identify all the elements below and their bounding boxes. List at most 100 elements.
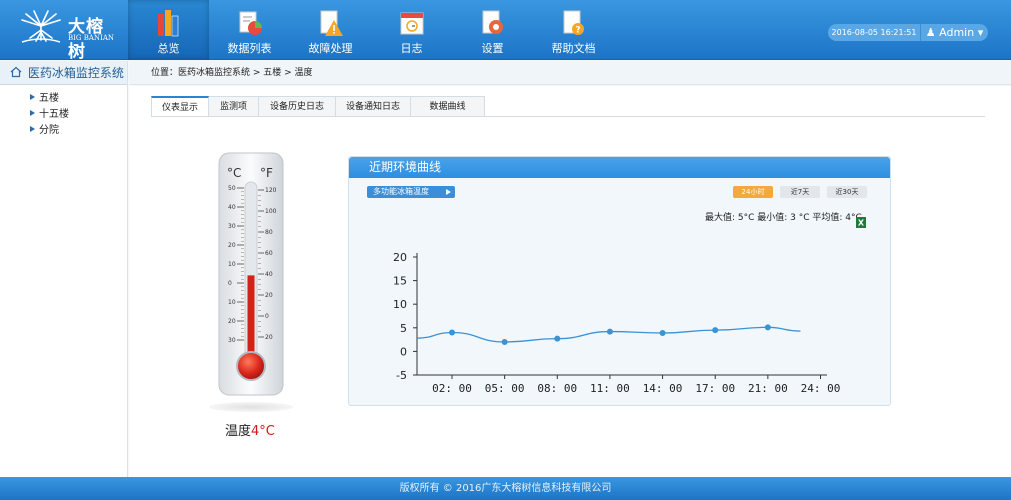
expand-arrow-icon [30, 126, 35, 132]
celsius-tick-label: 50 [228, 185, 236, 192]
thermometer-bulb [236, 351, 266, 381]
data-point[interactable] [501, 338, 508, 345]
range-7d-button[interactable]: 近7天 [780, 186, 820, 198]
brand-sub: BIG BANIAN [68, 34, 114, 42]
brand-logo[interactable]: 大榕树 BIG BANIAN [18, 10, 118, 62]
breadcrumb: 位置：医药冰箱监控系统 > 五楼 > 温度 [129, 61, 1011, 85]
y-tick-label: 20 [393, 251, 407, 264]
play-arrow-icon [446, 189, 451, 195]
x-tick-label: 11: 00 [590, 382, 630, 395]
x-tick-label: 24: 00 [801, 382, 841, 395]
celsius-tick-label: 10 [228, 261, 236, 268]
tree-item-floor5[interactable]: 五楼 [30, 91, 127, 107]
sidebar-title[interactable]: 医药冰箱监控系统 [0, 61, 127, 85]
x-tick-label: 17: 00 [695, 382, 735, 395]
gear-icon [482, 10, 503, 34]
temperature-value: 4°C [251, 424, 275, 439]
banyan-tree-icon [21, 10, 61, 43]
user-name: Admin [939, 26, 975, 39]
fahrenheit-tick-label: 80 [265, 229, 273, 236]
tab-device-history-log[interactable]: 设备历史日志 [259, 96, 336, 117]
sidebar-title-text: 医药冰箱监控系统 [27, 66, 124, 80]
tree-item-branch[interactable]: 分院 [30, 123, 127, 139]
temperature-readout: 温度4°C [225, 420, 275, 439]
celsius-unit: °C [227, 166, 241, 180]
expand-arrow-icon [30, 110, 35, 116]
recent-environment-panel: 近期环境曲线 多功能冰箱温度 24小时 近7天 近30天 最大值: 5°C 最小… [348, 156, 891, 406]
fahrenheit-tick-label: 0 [265, 313, 269, 320]
x-tick-label: 21: 00 [748, 382, 788, 395]
y-tick-label: 5 [400, 322, 407, 335]
excel-export-icon[interactable]: X [856, 217, 866, 228]
nav-settings[interactable]: 设置 [452, 0, 533, 60]
main-nav: 总览 数据列表 故障处理 日志 设置 ? 帮助文档 [128, 0, 614, 60]
x-tick-label: 05: 00 [485, 382, 525, 395]
thermometer-shadow [209, 402, 293, 412]
tab-bar: 仪表显示 监测项 设备历史日志 设备通知日志 数据曲线 [151, 96, 485, 117]
tab-data-curve[interactable]: 数据曲线 [411, 96, 485, 117]
temperature-line-chart: 20 15 10 5 0 -5 02: 00 05: 00 08: 00 11: 00 14: 00… [393, 251, 841, 395]
expand-arrow-icon [30, 94, 35, 100]
x-tick-label: 14: 00 [643, 382, 683, 395]
range-30d-button[interactable]: 近30天 [827, 186, 867, 198]
location-tree: 五楼 十五楼 分院 [0, 85, 127, 139]
footer-copyright: 版权所有 © 2016广东大榕树信息科技有限公司 [0, 477, 1011, 500]
data-point[interactable] [554, 335, 561, 342]
celsius-tick-label: 30 [228, 223, 236, 230]
sidebar: 医药冰箱监控系统 五楼 十五楼 分院 [0, 61, 128, 477]
caret-down-icon: ▾ [977, 26, 984, 39]
top-header: 大榕树 BIG BANIAN 总览 数据列表 故障处理 日志 设置 ? 帮助文档… [0, 0, 1011, 62]
home-icon [10, 66, 22, 78]
main-content: 仪表显示 监测项 设备历史日志 设备通知日志 数据曲线 °C °F 50 40 30… [129, 86, 1011, 477]
fahrenheit-tick-label: 100 [265, 208, 277, 215]
nav-log[interactable]: 日志 [371, 0, 452, 60]
y-tick-label: 0 [400, 345, 407, 358]
fahrenheit-unit: °F [260, 166, 273, 180]
series-select-button[interactable]: 多功能冰箱温度 [367, 186, 455, 198]
y-tick-label: -5 [396, 369, 407, 382]
warning-icon [320, 10, 343, 36]
data-point[interactable] [449, 329, 455, 336]
y-tick-label: 10 [393, 298, 407, 311]
books-icon [158, 10, 179, 37]
fahrenheit-tick-label: 20 [265, 334, 273, 341]
data-point[interactable] [764, 324, 771, 331]
nav-fault-handling[interactable]: 故障处理 [290, 0, 371, 60]
nav-help-docs[interactable]: ? 帮助文档 [533, 0, 614, 60]
help-doc-icon: ? [563, 10, 584, 36]
user-icon: ♟ [925, 26, 936, 39]
stats-summary: 最大值: 5°C 最小值: 3 °C 平均值: 4°C [705, 213, 862, 223]
thermometer-gauge: °C °F 50403020100102030 1201008060402002… [218, 152, 284, 396]
fahrenheit-tick-label: 60 [265, 250, 273, 257]
tab-monitor-items[interactable]: 监测项 [209, 96, 259, 117]
celsius-tick-label: 20 [228, 242, 236, 249]
y-tick-label: 15 [393, 275, 407, 288]
temperature-label: 温度 [225, 424, 252, 439]
celsius-tick-label: 30 [228, 337, 236, 344]
tab-divider [151, 116, 985, 117]
fahrenheit-tick-label: 40 [265, 271, 273, 278]
celsius-tick-label: 10 [228, 299, 236, 306]
celsius-tick-label: 0 [228, 280, 232, 287]
svg-text:X: X [858, 219, 865, 228]
tree-item-floor15[interactable]: 十五楼 [30, 107, 127, 123]
fahrenheit-tick-label: 120 [265, 187, 277, 194]
nav-data-list[interactable]: 数据列表 [209, 0, 290, 60]
tab-gauge-display[interactable]: 仪表显示 [151, 96, 209, 117]
calendar-icon [400, 12, 424, 35]
svg-text:?: ? [575, 26, 580, 36]
x-tick-label: 02: 00 [432, 382, 472, 395]
range-24h-button[interactable]: 24小时 [733, 186, 773, 198]
data-point[interactable] [712, 327, 719, 334]
data-point[interactable] [659, 329, 666, 336]
celsius-tick-label: 20 [228, 318, 236, 325]
x-tick-label: 08: 00 [537, 382, 577, 395]
celsius-tick-label: 40 [228, 204, 236, 211]
user-menu[interactable]: ♟ Admin ▾ [920, 24, 988, 41]
nav-overview[interactable]: 总览 [128, 0, 209, 60]
panel-title: 近期环境曲线 [349, 157, 890, 178]
datetime-display: 2016-08-05 16:21:51 [828, 24, 920, 41]
data-point[interactable] [606, 328, 613, 335]
data-list-icon [239, 11, 262, 35]
tab-device-notice-log[interactable]: 设备通知日志 [336, 96, 411, 117]
